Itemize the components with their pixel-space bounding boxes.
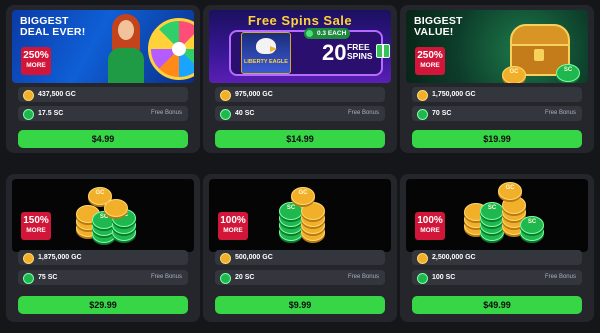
package-banner: Biggest Deal Ever! 250% MORE <box>12 10 194 83</box>
buy-button[interactable]: $49.99 <box>412 296 582 314</box>
sweeps-coin-row: 17.5 SC Free Bonus <box>18 106 188 121</box>
sweeps-coin-row: 40 SC Free Bonus <box>215 106 385 121</box>
package-banner: GC SC SC 150% MORE <box>12 179 194 252</box>
price-per-spin-pill: 0.3 EACH <box>304 28 351 39</box>
gift-icon <box>376 44 390 58</box>
package-card: SC GC SC 100% MORE 2,500,000 GC 100 SC F… <box>400 174 594 322</box>
gold-coin-row: 975,000 GC <box>215 87 385 102</box>
gold-coin-icon <box>417 253 428 264</box>
gold-coin-row: 1,875,000 GC <box>18 250 188 265</box>
gold-coin-row: 437,500 GC <box>18 87 188 102</box>
banner-headline: Free Spins Sale <box>247 13 353 28</box>
bonus-badge: 250% MORE <box>21 47 51 75</box>
bonus-badge: 150% MORE <box>21 212 51 240</box>
sweeps-coin-row: 75 SC Free Bonus <box>18 270 188 285</box>
package-card: Free Spins Sale LIBERTY EAGLE 0.3 EACH 2… <box>203 5 397 153</box>
package-card: Biggest Value! GC SC 250% MORE 1,750,000… <box>400 5 594 153</box>
package-card: Biggest Deal Ever! 250% MORE 437,500 GC … <box>6 5 200 153</box>
game-thumbnail: LIBERTY EAGLE <box>241 32 291 74</box>
gold-coin-row: 2,500,000 GC <box>412 250 582 265</box>
free-bonus-label: Free Bonus <box>544 274 576 280</box>
package-banner: Biggest Value! GC SC 250% MORE <box>406 10 588 83</box>
sweeps-coin-row: 20 SC Free Bonus <box>215 270 385 285</box>
package-banner: SC GC 100% MORE <box>209 179 391 252</box>
buy-button[interactable]: $14.99 <box>215 130 385 148</box>
sweeps-coin-icon <box>220 273 231 284</box>
free-bonus-label: Free Bonus <box>347 274 379 280</box>
buy-button[interactable]: $19.99 <box>412 130 582 148</box>
sweeps-coin-icon <box>417 273 428 284</box>
bonus-badge: 250% MORE <box>415 47 445 75</box>
free-bonus-label: Free Bonus <box>544 110 576 116</box>
gold-coin-row: 1,750,000 GC <box>412 87 582 102</box>
banner-headline: Biggest Deal Ever! <box>20 15 86 38</box>
package-grid: Biggest Deal Ever! 250% MORE 437,500 GC … <box>0 0 600 333</box>
gold-coin-icon <box>220 253 231 264</box>
sweeps-coin-icon <box>23 273 34 284</box>
package-banner: SC GC SC 100% MORE <box>406 179 588 252</box>
buy-button[interactable]: $9.99 <box>215 296 385 314</box>
prize-wheel-illustration <box>148 18 194 80</box>
package-card: GC SC SC 150% MORE 1,875,000 GC 75 SC Fr… <box>6 174 200 322</box>
free-bonus-label: Free Bonus <box>150 274 182 280</box>
gold-coin-icon <box>23 90 34 101</box>
sweeps-coin-row: 70 SC Free Bonus <box>412 106 582 121</box>
sweeps-coin-icon <box>220 109 231 120</box>
treasure-chest-illustration: GC SC <box>502 22 580 83</box>
buy-button[interactable]: $4.99 <box>18 130 188 148</box>
buy-button[interactable]: $29.99 <box>18 296 188 314</box>
package-card: SC GC 100% MORE 500,000 GC 20 SC Free Bo… <box>203 174 397 322</box>
gold-coin-row: 500,000 GC <box>215 250 385 265</box>
sweeps-coin-icon <box>306 30 313 37</box>
free-bonus-label: Free Bonus <box>150 110 182 116</box>
package-banner: Free Spins Sale LIBERTY EAGLE 0.3 EACH 2… <box>209 10 391 83</box>
sweeps-coin-icon <box>417 109 428 120</box>
gold-coin-icon <box>220 90 231 101</box>
sweeps-coin-icon <box>23 109 34 120</box>
gold-coin-icon <box>417 90 428 101</box>
sweeps-coin-row: 100 SC Free Bonus <box>412 270 582 285</box>
free-bonus-label: Free Bonus <box>347 110 379 116</box>
gold-coin-icon <box>23 253 34 264</box>
spins-count: 20 <box>322 40 347 65</box>
bonus-badge: 100% MORE <box>415 212 445 240</box>
character-illustration <box>102 14 152 83</box>
bonus-badge: 100% MORE <box>218 212 248 240</box>
banner-headline: Biggest Value! <box>414 15 463 38</box>
